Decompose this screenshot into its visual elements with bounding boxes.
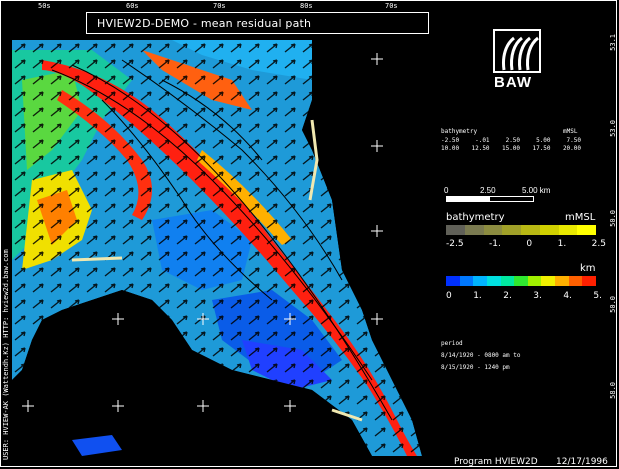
velocity-swatch-8 <box>555 276 569 286</box>
bathy-table-header-left: bathymetry <box>441 128 478 135</box>
bathy-swatch-5 <box>539 225 559 235</box>
bathy-swatch-0 <box>446 225 465 235</box>
velocity-legend-unit: km <box>580 263 596 274</box>
left-credit: USER: HVIEW-AK (Wattendh.Kz) HTTP: hview… <box>2 249 10 460</box>
period-heading: period <box>441 340 463 347</box>
residual-path-map[interactable] <box>12 40 436 456</box>
velocity-swatch-10 <box>582 276 597 286</box>
bathy-table-row-1: -2.50 -.01 2.50 5.00 7.50 <box>441 137 581 144</box>
right-tick-3: 50.0 <box>609 210 617 227</box>
velocity-swatch-9 <box>568 276 583 286</box>
velocity-swatch-6 <box>527 276 542 286</box>
bathy-swatch-1 <box>464 225 484 235</box>
footer-date: 12/17/1996 <box>556 457 608 467</box>
top-tick-2: 60s <box>126 2 139 10</box>
top-tick-5: 70s <box>385 2 398 10</box>
velocity-color-bar <box>446 276 597 286</box>
velocity-swatch-5 <box>514 276 528 286</box>
right-tick-2: 53.0 <box>609 120 617 137</box>
bathy-swatch-6 <box>558 225 578 235</box>
bathy-swatch-4 <box>521 225 540 235</box>
top-tick-3: 70s <box>213 2 226 10</box>
top-tick-1: 50s <box>38 2 51 10</box>
right-tick-5: 58.0 <box>609 382 617 399</box>
bathy-table-row-2: 10.00 12.50 15.00 17.50 20.00 <box>441 145 581 152</box>
velocity-swatch-4 <box>500 276 515 286</box>
scale-label-0: 0 <box>444 186 449 195</box>
scale-label-2: 5.00 km <box>522 186 551 195</box>
velocity-swatch-2 <box>473 276 487 286</box>
velocity-swatch-3 <box>486 276 501 286</box>
bathy-legend-unit: mMSL <box>565 212 596 223</box>
velocity-swatch-7 <box>541 276 556 286</box>
bathy-swatch-7 <box>577 225 596 235</box>
period-start: 8/14/1920 - 0800 am to <box>441 352 521 359</box>
bathy-legend-ticks: -2.5 -1. 0 1. 2.5 <box>446 239 606 249</box>
footer-program: Program HVIEW2D <box>454 457 538 467</box>
bathy-color-bar <box>446 225 596 235</box>
velocity-legend-ticks: 0 1. 2. 3. 4. 5. <box>446 291 602 301</box>
right-tick-1: 53.1 <box>609 34 617 51</box>
velocity-swatch-1 <box>459 276 474 286</box>
bathy-legend-title: bathymetry <box>446 212 505 223</box>
bathy-swatch-2 <box>483 225 503 235</box>
scale-label-1: 2.50 <box>480 186 496 195</box>
period-end: 8/15/1920 - 1240 pm <box>441 364 510 371</box>
window-title: HVIEW2D-DEMO - mean residual path <box>86 12 429 34</box>
bathy-swatch-3 <box>502 225 521 235</box>
bathy-table-header-right: mMSL <box>563 128 578 135</box>
velocity-swatch-0 <box>446 276 460 286</box>
top-tick-4: 80s <box>300 2 313 10</box>
right-tick-4: 50.0 <box>609 296 617 313</box>
logo-text: BAW <box>494 74 532 91</box>
scale-bar <box>446 196 534 202</box>
